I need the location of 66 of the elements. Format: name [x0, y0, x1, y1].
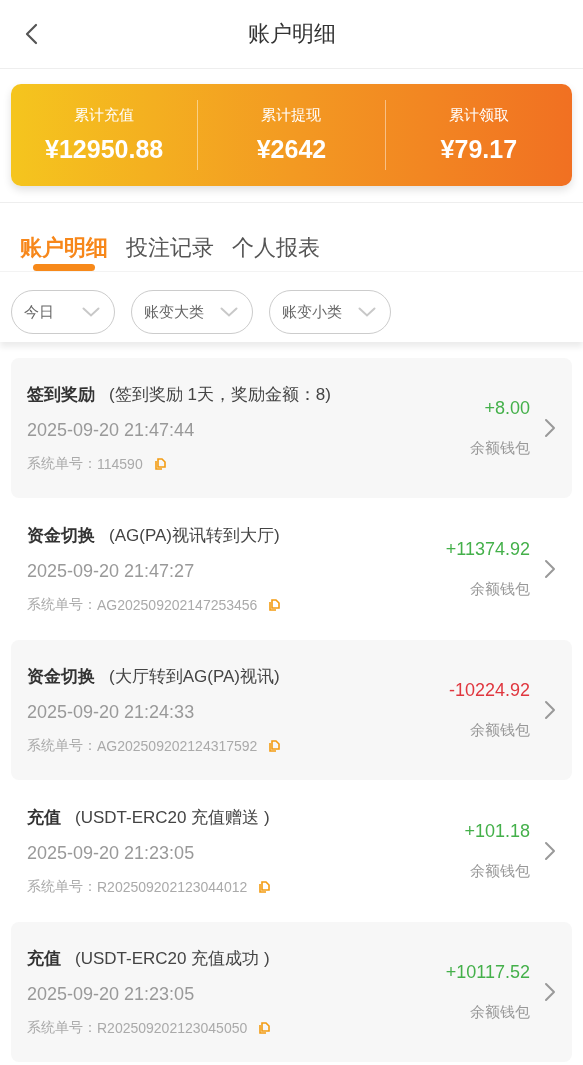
copy-icon[interactable]	[269, 740, 281, 752]
order-number: 114590	[97, 456, 143, 472]
copy-icon[interactable]	[154, 458, 166, 470]
summary-label: 累计提现	[261, 106, 322, 125]
record-time: 2025-09-20 21:23:05	[27, 843, 196, 864]
wallet-label: 余额钱包	[470, 1003, 530, 1022]
record-time: 2025-09-20 21:47:27	[27, 561, 196, 582]
record-detail: (USDT-ERC20 充值成功 )	[75, 948, 270, 970]
back-button[interactable]	[24, 22, 40, 46]
chevron-down-icon	[358, 307, 376, 317]
chevron-right-icon	[544, 418, 556, 438]
record-type: 签到奖励	[27, 384, 95, 406]
order-number: R202509202123044012	[97, 879, 248, 895]
amount: +10117.52	[445, 962, 530, 983]
record-time: 2025-09-20 21:23:05	[27, 984, 196, 1005]
order-number: AG202509202147253456	[97, 597, 258, 613]
record-time: 2025-09-20 21:47:44	[27, 420, 196, 441]
record-type: 充值	[27, 807, 61, 829]
record-type: 充值	[27, 948, 61, 970]
amount: +101.18	[464, 821, 530, 842]
order-label: 系统单号：	[27, 737, 97, 755]
record-card[interactable]: 资金切换 (AG(PA)视讯转到大厅) 2025-09-20 21:47:27 系统单号：AG202509202147253456 +11374.92 余额钱包	[11, 499, 572, 639]
chevron-down-icon	[82, 307, 100, 317]
order-label: 系统单号：	[27, 596, 97, 614]
record-card[interactable]: 资金切换 (大厅转到AG(PA)视讯) 2025-09-20 21:24:33 系统单号：AG202509202124317592 -10224.92 余额钱包	[11, 640, 572, 780]
record-detail: (AG(PA)视讯转到大厅)	[109, 525, 280, 547]
filter-dropdown[interactable]: 账变大类	[131, 290, 253, 334]
filter-dropdown[interactable]: 今日	[11, 290, 115, 334]
chevron-right-icon	[544, 982, 556, 1002]
wallet-label: 余额钱包	[470, 580, 530, 599]
page-title: 账户明细	[247, 20, 336, 48]
order-label: 系统单号：	[27, 455, 97, 473]
wallet-label: 余额钱包	[470, 439, 530, 458]
amount: +11374.92	[445, 539, 530, 560]
order-label: 系统单号：	[27, 878, 97, 896]
chevron-down-icon	[220, 307, 238, 317]
record-type: 资金切换	[27, 525, 95, 547]
summary-value: ¥79.17	[440, 135, 518, 164]
record-card[interactable]: 签到奖励 (签到奖励 1天，奖励金额：8) 2025-09-20 21:47:44 系统单号：114590 +8.00 余额钱包	[11, 358, 572, 498]
summary-label: 累计领取	[448, 106, 509, 125]
record-detail: (USDT-ERC20 充值赠送 )	[75, 807, 270, 829]
record-detail: (签到奖励 1天，奖励金额：8)	[109, 384, 331, 406]
wallet-label: 余额钱包	[470, 721, 530, 740]
record-card[interactable]: 充值 (USDT-ERC20 充值赠送 ) 2025-09-20 21:23:05 系统单号：R202509202123044012 +101.18 余额钱包	[11, 781, 572, 921]
chevron-right-icon	[544, 700, 556, 720]
amount: +8.00	[484, 398, 530, 419]
filter-dropdown[interactable]: 账变小类	[269, 290, 391, 334]
record-card[interactable]: 充值 (USDT-ERC20 充值成功 ) 2025-09-20 21:23:05 系统单号：R202509202123045050 +10117.52 余额钱包	[11, 922, 572, 1062]
summary-value: ¥12950.88	[45, 135, 164, 164]
summary-label: 累计充值	[74, 106, 135, 125]
record-detail: (大厅转到AG(PA)视讯)	[109, 666, 280, 688]
tab[interactable]: 投注记录	[126, 203, 214, 271]
copy-icon[interactable]	[259, 881, 271, 893]
chevron-right-icon	[544, 841, 556, 861]
record-type: 资金切换	[27, 666, 95, 688]
copy-icon[interactable]	[259, 1022, 271, 1034]
copy-icon[interactable]	[269, 599, 281, 611]
tab[interactable]: 个人报表	[232, 203, 320, 271]
order-label: 系统单号：	[27, 1019, 97, 1037]
chevron-right-icon	[544, 559, 556, 579]
order-number: AG202509202124317592	[97, 738, 258, 754]
order-number: R202509202123045050	[97, 1020, 248, 1036]
summary-value: ¥2642	[256, 135, 327, 164]
record-time: 2025-09-20 21:24:33	[27, 702, 196, 723]
amount: -10224.92	[448, 680, 530, 701]
wallet-label: 余额钱包	[470, 862, 530, 881]
